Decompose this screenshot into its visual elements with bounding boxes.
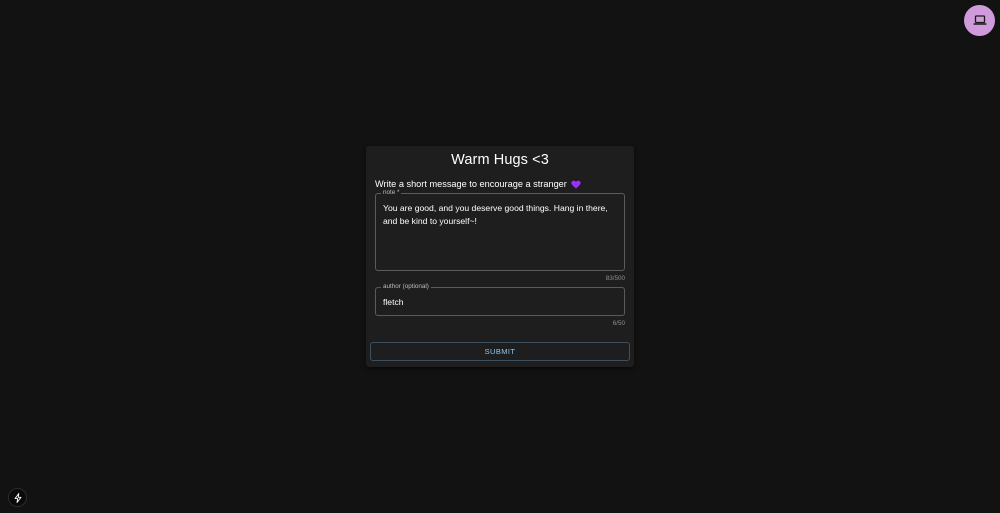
form-prompt: Write a short message to encourage a str… [375, 178, 581, 190]
page-title: Warm Hugs <3 [451, 152, 549, 168]
note-label: note * [381, 189, 402, 197]
author-char-counter: 6/50 [612, 320, 625, 327]
note-field[interactable]: note * You are good, and you deserve goo… [375, 189, 625, 271]
hug-form-card: Warm Hugs <3 Write a short message to en… [366, 146, 634, 367]
prompt-text: Write a short message to encourage a str… [375, 179, 567, 189]
purple-heart-icon [571, 180, 581, 189]
author-label: author (optional) [381, 283, 431, 291]
device-toggle-button[interactable] [964, 5, 995, 36]
author-field[interactable]: author (optional) fletch [375, 283, 625, 316]
submit-button[interactable]: SUBMIT [370, 342, 630, 361]
page: Warm Hugs <3 Write a short message to en… [0, 0, 1000, 513]
devtools-button[interactable] [8, 488, 27, 507]
lightning-bolt-icon [14, 492, 21, 503]
note-textarea[interactable]: You are good, and you deserve good thing… [383, 202, 617, 227]
laptop-icon [973, 15, 986, 25]
note-char-counter: 83/500 [605, 275, 625, 282]
author-input[interactable]: fletch [383, 296, 617, 309]
